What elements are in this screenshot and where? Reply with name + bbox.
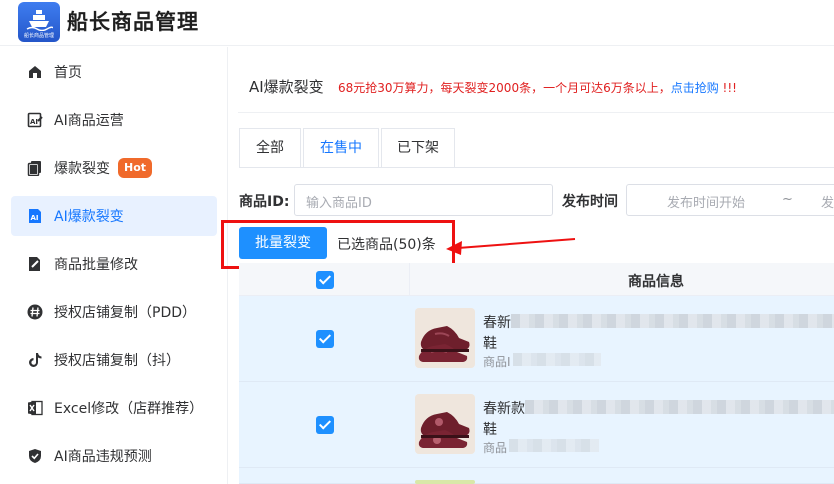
copy-icon [27,161,41,176]
redacted-product-id [509,439,599,452]
hash-icon [27,304,43,320]
annotation-highlight-box [221,220,455,269]
time-start-placeholder: 发布时间开始 [667,196,746,211]
hot-badge: Hot [118,158,153,178]
sidebar-item-label: 授权店铺复制（PDD） [54,305,197,321]
row-checkbox[interactable] [316,330,334,348]
time-end-placeholder: 发 [821,196,834,211]
product-id-placeholder: 输入商品ID [306,196,372,211]
product-id: 商品I [483,355,511,369]
table-row[interactable]: 春新款 鞋 商品 [239,382,834,468]
redacted-product-id [513,353,601,366]
product-name-line2: 鞋 [483,422,497,438]
svg-text:AI: AI [31,214,39,222]
tab-on-sale[interactable]: 在售中 [303,128,379,168]
table-header: 商品信息 [239,263,834,296]
product-id-label: 商品ID: [239,194,290,210]
sidebar-item-viral-split[interactable]: 爆款裂变 Hot [11,148,217,188]
select-all-checkbox[interactable] [316,271,334,289]
logo-caption: 船长商品管理 [23,33,54,39]
publish-time-label: 发布时间 [562,194,618,210]
redacted-product-name [511,314,834,328]
product-id: 商品 [483,441,508,455]
divider [238,112,834,113]
ship-icon [26,10,53,31]
column-divider [409,263,410,296]
sidebar-item-shop-copy-pdd[interactable]: 授权店铺复制（PDD） [11,292,217,332]
sidebar-item-shop-copy-douyin[interactable]: 授权店铺复制（抖） [11,340,217,380]
product-name-line2: 鞋 [483,336,497,352]
sidebar-item-label: 爆款裂变 [54,161,110,177]
product-thumbnail[interactable] [415,308,475,368]
row-checkbox[interactable] [316,416,334,434]
sidebar: 首页 AI AI商品运营 爆款裂变 Hot AI AI爆款裂变 商品批量修改 授… [0,47,228,484]
sidebar-item-label: AI商品运营 [54,113,124,129]
table-row[interactable] [239,468,834,484]
product-name: 春新款 [483,401,525,417]
product-id-input[interactable]: 输入商品ID [294,184,553,216]
app-title: 船长商品管理 [67,10,199,34]
product-thumbnail[interactable] [415,480,475,484]
promo-banner: 68元抢30万算力，每天裂变2000条，一个月可达6万条以上，点击抢购 !!! [338,79,737,96]
app-header: 船长商品管理 船长商品管理 [0,0,834,46]
home-icon [29,66,41,78]
sidebar-item-home[interactable]: 首页 [11,52,217,92]
sidebar-item-ai-viral-split[interactable]: AI AI爆款裂变 [11,196,217,236]
tab-off-shelf[interactable]: 已下架 [381,128,455,168]
sidebar-item-ai-violation-predict[interactable]: AI商品违规预测 [11,436,217,476]
product-name: 春新 [483,315,511,331]
publish-time-range[interactable]: 发布时间开始 ~ 发 [626,184,834,216]
product-thumbnail[interactable] [415,394,475,454]
sidebar-item-ai-operations[interactable]: AI AI商品运营 [11,100,217,140]
sidebar-item-excel-edit[interactable]: Excel修改（店群推荐） [11,388,217,428]
table-row[interactable]: 春新 鞋 商品I [239,296,834,382]
shoe-image [415,394,475,454]
excel-icon [28,400,43,416]
redacted-product-name [525,400,834,414]
sidebar-item-batch-edit[interactable]: 商品批量修改 [11,244,217,284]
buy-now-link[interactable]: 点击抢购 [671,81,719,95]
ai-edit-icon: AI [27,112,43,128]
sidebar-item-label: 商品批量修改 [54,257,138,273]
edit-icon [29,257,40,271]
tabs-divider [239,167,834,168]
sidebar-item-label: 授权店铺复制（抖） [54,353,180,369]
column-header-product-info: 商品信息 [628,274,684,290]
app-logo[interactable]: 船长商品管理 [18,2,60,42]
sidebar-item-label: 首页 [54,65,82,81]
tab-all[interactable]: 全部 [239,128,301,168]
page-title: AI爆款裂变 [249,78,324,96]
sidebar-item-label: AI爆款裂变 [54,209,124,225]
shoe-image [415,308,475,368]
tiktok-icon [29,353,42,367]
shield-check-icon [29,449,41,463]
sidebar-item-label: AI商品违规预测 [54,449,152,465]
promo-tail: !!! [718,81,737,95]
svg-text:AI: AI [30,118,38,126]
time-range-separator: ~ [782,192,793,207]
sidebar-item-label: Excel修改（店群推荐） [54,401,204,417]
promo-text: 68元抢30万算力，每天裂变2000条，一个月可达6万条以上， [338,81,671,95]
ai-doc-icon: AI [29,209,41,223]
